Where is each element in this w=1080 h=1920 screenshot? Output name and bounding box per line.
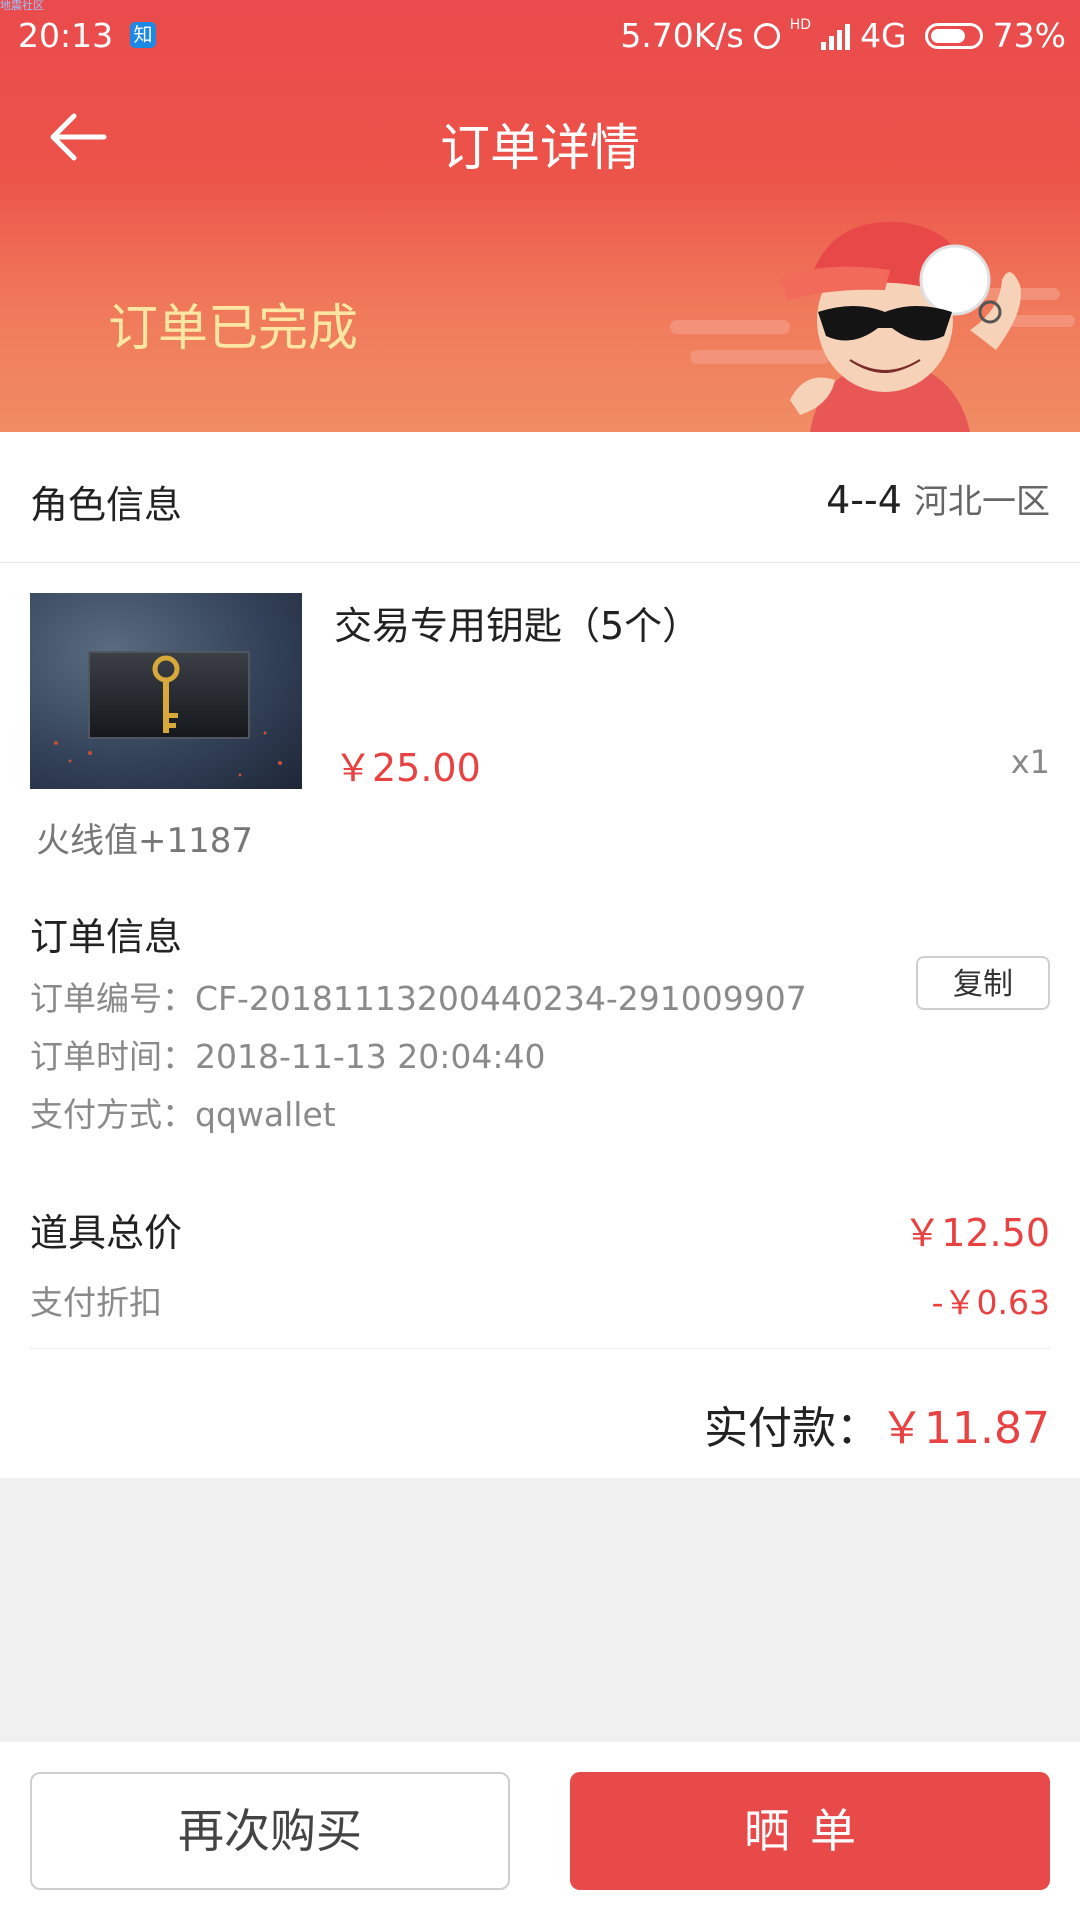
discount-label: 支付折扣 <box>30 1283 162 1322</box>
order-time: 订单时间：2018-11-13 20:04:40 <box>30 1037 546 1076</box>
discount-value: -￥0.63 <box>931 1283 1050 1322</box>
clock: 20:13 <box>18 16 114 55</box>
subtotal-value: ￥12.50 <box>903 1211 1050 1255</box>
reward-points: 火线值+1187 <box>36 821 254 861</box>
zhihu-notification-icon: 知 <box>130 22 156 48</box>
carrier-label: 地震社区 <box>0 0 44 12</box>
product-name: 交易专用钥匙（5个） <box>334 604 701 648</box>
battery-percent: 73% <box>992 16 1066 55</box>
role-info-value: 4--4 河北一区 <box>826 474 1050 523</box>
hd-label: HD <box>789 17 812 33</box>
role-info-label: 角色信息 <box>30 483 183 527</box>
price-summary-card: 道具总价 ￥12.50 支付折扣 -￥0.63 实付款：￥11.87 <box>0 1174 1080 1478</box>
bottom-action-bar: 再次购买 晒单 <box>0 1742 1080 1920</box>
share-order-button[interactable]: 晒单 <box>570 1772 1050 1890</box>
battery-icon <box>924 22 983 49</box>
order-info-title: 订单信息 <box>30 915 183 959</box>
rebuy-button[interactable]: 再次购买 <box>30 1772 510 1890</box>
role-info-row: 角色信息 4--4 河北一区 <box>0 432 1080 562</box>
product-image <box>30 593 302 789</box>
product-quantity: x1 <box>1010 743 1050 781</box>
mascot-illustration <box>670 200 1080 432</box>
total-value: ￥11.87 <box>880 1403 1050 1454</box>
total-paid: 实付款：￥11.87 <box>704 1392 1050 1456</box>
payment-method: 支付方式：qqwallet <box>30 1095 336 1134</box>
header-banner: 地震社区 20:13 知 5.70K/s HD 4G 73% 订单详情 订单已完… <box>0 0 1080 432</box>
server-id: 4--4 <box>826 478 902 522</box>
subtotal-label: 道具总价 <box>30 1211 183 1255</box>
product-price: ￥25.00 <box>334 746 481 790</box>
order-status: 订单已完成 <box>108 299 358 357</box>
divider <box>30 1348 1050 1349</box>
order-number: 订单编号：CF-20181113200440234-291009907 <box>30 979 807 1018</box>
copy-button[interactable]: 复制 <box>916 956 1050 1010</box>
status-bar: 地震社区 20:13 知 5.70K/s HD 4G 73% <box>0 0 1080 74</box>
ember-sparks <box>54 731 282 777</box>
order-info-card: 订单信息 订单编号：CF-20181113200440234-291009907… <box>0 878 1080 1156</box>
net-speed: 5.70K/s <box>620 16 744 55</box>
network-type: 4G <box>860 16 907 55</box>
page-title: 订单详情 <box>440 119 640 177</box>
nav-bar: 订单详情 <box>0 80 1080 192</box>
signal-icon <box>821 22 851 50</box>
server-region: 河北一区 <box>914 482 1050 522</box>
status-right: 5.70K/s HD 4G 73% <box>620 16 1066 55</box>
alarm-icon <box>753 22 780 49</box>
total-label: 实付款： <box>704 1403 881 1454</box>
